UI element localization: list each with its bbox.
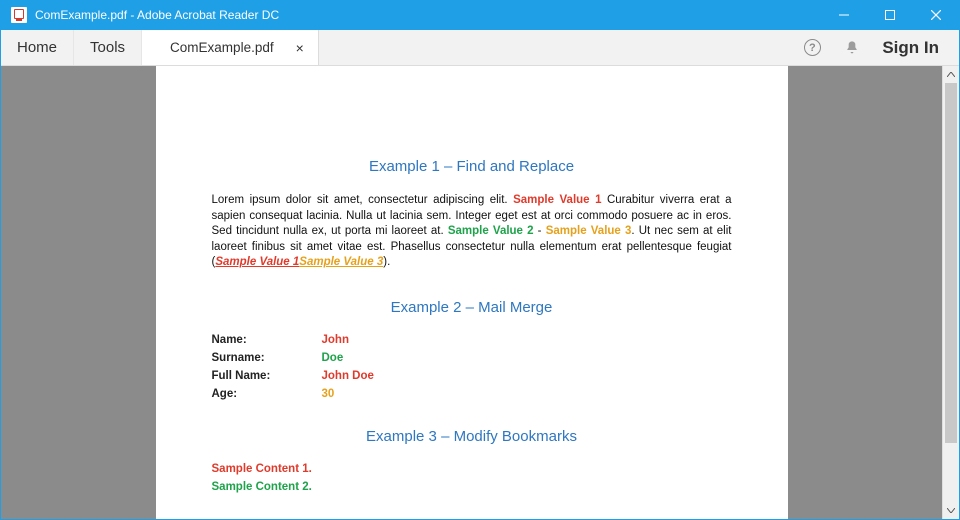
document-viewport[interactable]: Example 1 – Find and Replace Lorem ipsum… <box>153 66 790 519</box>
heading-3: Example 3 – Modify Bookmarks <box>212 428 732 445</box>
scroll-up-button[interactable] <box>943 66 959 83</box>
heading-1: Example 1 – Find and Replace <box>212 158 732 175</box>
title-bar: ComExample.pdf - Adobe Acrobat Reader DC <box>1 1 959 30</box>
scroll-track[interactable] <box>943 83 959 502</box>
heading-2: Example 2 – Mail Merge <box>212 299 732 316</box>
maximize-button[interactable] <box>867 1 913 30</box>
nav-home[interactable]: Home <box>1 30 74 66</box>
kv-value: 30 <box>322 388 335 400</box>
notifications-button[interactable] <box>832 40 872 56</box>
kv-key: Name: <box>212 334 322 346</box>
sample-content-1: Sample Content 1. <box>212 463 732 475</box>
chevron-up-icon <box>947 72 955 77</box>
kv-value: John Doe <box>322 370 374 382</box>
vertical-scrollbar[interactable] <box>942 66 959 519</box>
sign-in-button[interactable]: Sign In <box>872 38 959 58</box>
nav-tools[interactable]: Tools <box>74 30 142 66</box>
paragraph-1: Lorem ipsum dolor sit amet, consectetur … <box>212 193 732 271</box>
content-area: Example 1 – Find and Replace Lorem ipsum… <box>1 66 959 519</box>
sample-value-3: Sample Value 3 <box>546 225 632 237</box>
chevron-down-icon <box>947 508 955 513</box>
kv-key: Surname: <box>212 352 322 364</box>
sample-value-3-u: Sample Value 3 <box>299 256 383 268</box>
maximize-icon <box>885 10 895 20</box>
kv-row: Age:30 <box>212 388 732 400</box>
bell-icon <box>844 40 860 56</box>
kv-row: Surname:Doe <box>212 352 732 364</box>
tab-close-button[interactable]: × <box>296 40 304 56</box>
kv-key: Full Name: <box>212 370 322 382</box>
gutter-right <box>790 66 942 519</box>
kv-row: Full Name:John Doe <box>212 370 732 382</box>
scroll-down-button[interactable] <box>943 502 959 519</box>
minimize-icon <box>839 10 849 20</box>
sample-value-2: Sample Value 2 <box>448 225 534 237</box>
scroll-thumb[interactable] <box>945 83 957 443</box>
close-button[interactable] <box>913 1 959 30</box>
tab-bar: Home Tools ComExample.pdf × ? Sign In <box>1 30 959 67</box>
app-icon <box>11 7 27 23</box>
window-controls <box>821 1 959 30</box>
document-tab-label: ComExample.pdf <box>170 40 274 55</box>
help-button[interactable]: ? <box>792 39 832 56</box>
window-title: ComExample.pdf - Adobe Acrobat Reader DC <box>35 8 279 22</box>
kv-value: Doe <box>322 352 344 364</box>
app-window: ComExample.pdf - Adobe Acrobat Reader DC… <box>0 0 960 520</box>
gutter-left <box>1 66 153 519</box>
kv-value: John <box>322 334 349 346</box>
sample-value-1-u: Sample Value 1 <box>215 256 299 268</box>
kv-row: Name:John <box>212 334 732 346</box>
kv-key: Age: <box>212 388 322 400</box>
mail-merge-list: Name:JohnSurname:DoeFull Name:John DoeAg… <box>212 334 732 400</box>
document-tab[interactable]: ComExample.pdf × <box>142 30 319 66</box>
close-icon <box>931 10 941 20</box>
minimize-button[interactable] <box>821 1 867 30</box>
document-page: Example 1 – Find and Replace Lorem ipsum… <box>156 66 788 519</box>
sample-content-2: Sample Content 2. <box>212 481 732 493</box>
sample-value-1: Sample Value 1 <box>513 194 601 206</box>
help-icon: ? <box>804 39 821 56</box>
